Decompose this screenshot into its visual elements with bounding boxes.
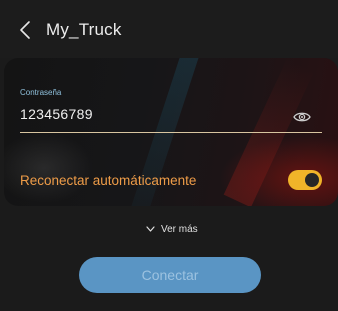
auto-reconnect-row[interactable]: Reconectar automáticamente bbox=[4, 166, 338, 196]
back-button[interactable] bbox=[16, 18, 36, 42]
wifi-connect-card: Contraseña 123456789 Reconectar automáti… bbox=[4, 58, 338, 206]
auto-reconnect-toggle[interactable] bbox=[288, 170, 322, 190]
chevron-down-icon bbox=[146, 226, 155, 232]
password-underline bbox=[20, 132, 322, 133]
top-app-bar: My_Truck bbox=[0, 0, 338, 58]
show-more-label: Ver más bbox=[161, 223, 198, 235]
password-input[interactable]: 123456789 bbox=[20, 106, 93, 122]
show-password-button[interactable] bbox=[293, 110, 311, 124]
show-more-button[interactable]: Ver más bbox=[146, 222, 198, 236]
auto-reconnect-label: Reconectar automáticamente bbox=[20, 173, 197, 188]
eye-icon bbox=[293, 112, 311, 122]
password-label: Contraseña bbox=[20, 88, 62, 97]
page-title: My_Truck bbox=[46, 20, 122, 39]
connect-button[interactable]: Conectar bbox=[79, 257, 261, 293]
toggle-knob bbox=[305, 173, 319, 187]
chevron-left-icon bbox=[20, 21, 30, 39]
